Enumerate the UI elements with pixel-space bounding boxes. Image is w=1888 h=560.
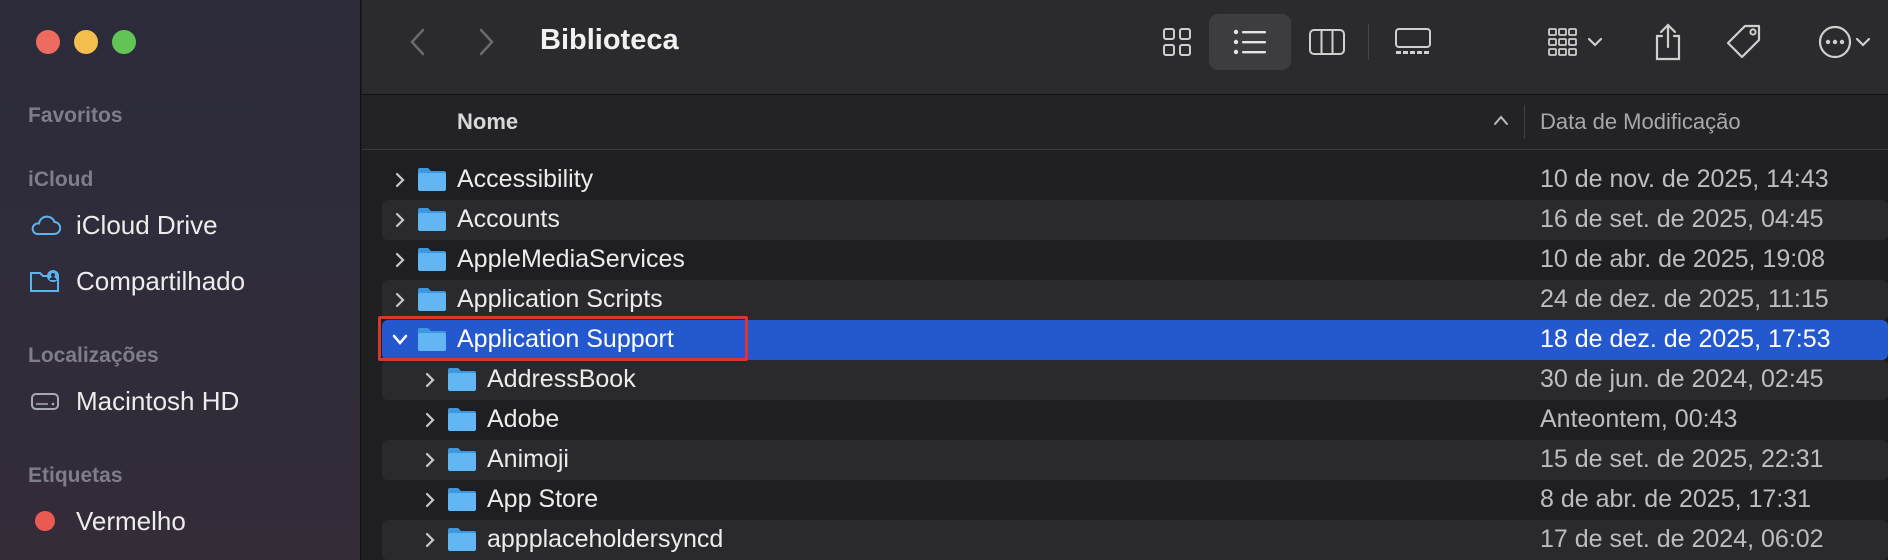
column-header: Nome Data de Modificação bbox=[362, 95, 1888, 150]
file-modified-date: 17 de set. de 2024, 06:02 bbox=[1540, 525, 1824, 553]
disclosure-collapsed-icon[interactable] bbox=[420, 450, 440, 470]
folder-icon bbox=[417, 246, 447, 272]
sidebar-item-label: Macintosh HD bbox=[76, 385, 240, 416]
window-controls bbox=[36, 30, 136, 54]
file-row[interactable]: Application Scripts 24 de dez. de 2025, 1… bbox=[382, 280, 1888, 320]
sidebar-item-label: Vermelho bbox=[76, 505, 186, 536]
file-name: Animoji bbox=[487, 445, 569, 473]
red-tag-dot-icon bbox=[28, 506, 62, 536]
sidebar: Favoritos iCloud iCloud Drive Compartilh… bbox=[0, 0, 361, 560]
file-name: Accounts bbox=[457, 205, 560, 233]
toolbar: Biblioteca bbox=[362, 0, 1888, 95]
file-row[interactable]: Accounts 16 de set. de 2025, 04:45 bbox=[382, 200, 1888, 240]
sidebar-item-label: iCloud Drive bbox=[76, 209, 218, 240]
tag-icon bbox=[1726, 24, 1761, 59]
share-button[interactable] bbox=[1638, 14, 1698, 70]
file-modified-date: 8 de abr. de 2025, 17:31 bbox=[1540, 485, 1812, 513]
column-view-icon bbox=[1309, 29, 1345, 55]
folder-icon bbox=[447, 406, 477, 432]
file-modified-date: 30 de jun. de 2024, 02:45 bbox=[1540, 365, 1824, 393]
folder-icon bbox=[417, 286, 447, 312]
list-view-button[interactable] bbox=[1209, 14, 1291, 70]
icon-view-button[interactable] bbox=[1142, 14, 1212, 70]
file-name: App Store bbox=[487, 485, 599, 513]
file-modified-date: 15 de set. de 2025, 22:31 bbox=[1540, 445, 1824, 473]
hard-drive-icon bbox=[28, 386, 62, 416]
shared-folder-icon bbox=[28, 266, 62, 296]
disclosure-collapsed-icon[interactable] bbox=[420, 370, 440, 390]
column-view-button[interactable] bbox=[1292, 14, 1362, 70]
file-browser: Biblioteca Nome Data de Modificação Acce… bbox=[362, 0, 1888, 560]
column-date-header[interactable]: Data de Modificação bbox=[1540, 109, 1741, 135]
sidebar-item-icloud-drive[interactable]: iCloud Drive bbox=[28, 208, 218, 242]
close-window-button[interactable] bbox=[36, 30, 60, 54]
list-view-icon bbox=[1233, 29, 1266, 55]
folder-icon bbox=[447, 526, 477, 552]
sidebar-item-compartilhado[interactable]: Compartilhado bbox=[28, 264, 245, 298]
file-modified-date: 10 de nov. de 2025, 14:43 bbox=[1540, 165, 1829, 193]
back-button[interactable] bbox=[400, 22, 436, 62]
sidebar-item-label: Compartilhado bbox=[76, 265, 246, 296]
zoom-window-button[interactable] bbox=[112, 30, 136, 54]
file-row[interactable]: AppleMediaServices 10 de abr. de 2025, 19… bbox=[382, 240, 1888, 280]
file-modified-date: 24 de dez. de 2025, 11:15 bbox=[1540, 285, 1829, 313]
gallery-view-icon bbox=[1395, 28, 1431, 54]
folder-icon bbox=[447, 446, 477, 472]
sort-ascending-icon bbox=[1492, 113, 1510, 132]
sidebar-section-icloud: iCloud bbox=[28, 168, 94, 191]
forward-button[interactable] bbox=[468, 22, 504, 62]
sidebar-section-tags: Etiquetas bbox=[28, 464, 123, 487]
disclosure-collapsed-icon[interactable] bbox=[390, 210, 410, 230]
file-modified-date: 16 de set. de 2025, 04:45 bbox=[1540, 205, 1824, 233]
file-modified-date: 18 de dez. de 2025, 17:53 bbox=[1540, 325, 1831, 353]
disclosure-collapsed-icon[interactable] bbox=[390, 170, 410, 190]
toolbar-separator bbox=[1368, 24, 1369, 60]
file-row[interactable]: Animoji 15 de set. de 2025, 22:31 bbox=[382, 440, 1888, 480]
file-row[interactable]: Accessibility 10 de nov. de 2025, 14:43 bbox=[382, 160, 1888, 200]
more-icon bbox=[1818, 25, 1852, 59]
highlight-annotation-box bbox=[378, 316, 748, 361]
more-actions-button[interactable] bbox=[1802, 14, 1886, 70]
group-by-button[interactable] bbox=[1530, 14, 1620, 70]
file-row[interactable]: AddressBook 30 de jun. de 2024, 02:45 bbox=[382, 360, 1888, 400]
column-divider[interactable] bbox=[1524, 105, 1525, 139]
file-name: Adobe bbox=[487, 405, 560, 433]
back-icon bbox=[410, 28, 425, 56]
chevron-down-icon bbox=[1587, 37, 1603, 47]
folder-icon bbox=[417, 206, 447, 232]
sidebar-item-tag-vermelho[interactable]: Vermelho bbox=[28, 504, 186, 538]
file-row[interactable]: App Store 8 de abr. de 2025, 17:31 bbox=[382, 480, 1888, 520]
disclosure-collapsed-icon[interactable] bbox=[420, 410, 440, 430]
icon-view-icon bbox=[1163, 28, 1191, 56]
file-modified-date: 10 de abr. de 2025, 19:08 bbox=[1540, 245, 1825, 273]
sidebar-section-locations: Localizações bbox=[28, 344, 159, 367]
file-row[interactable]: appplaceholdersyncd 17 de set. de 2024, 0… bbox=[382, 520, 1888, 560]
folder-icon bbox=[447, 366, 477, 392]
tag-button[interactable] bbox=[1714, 14, 1774, 70]
folder-icon bbox=[447, 486, 477, 512]
file-name: Accessibility bbox=[457, 165, 594, 193]
disclosure-collapsed-icon[interactable] bbox=[390, 250, 410, 270]
share-icon bbox=[1655, 23, 1681, 61]
file-modified-date: Anteontem, 00:43 bbox=[1540, 405, 1738, 433]
file-name: AddressBook bbox=[487, 365, 636, 393]
icloud-icon bbox=[28, 210, 62, 240]
column-name-header[interactable]: Nome bbox=[457, 109, 518, 135]
disclosure-collapsed-icon[interactable] bbox=[420, 490, 440, 510]
gallery-view-button[interactable] bbox=[1374, 14, 1452, 70]
sidebar-section-favorites: Favoritos bbox=[28, 104, 123, 127]
folder-icon bbox=[417, 166, 447, 192]
file-name: appplaceholdersyncd bbox=[487, 525, 724, 553]
file-name: AppleMediaServices bbox=[457, 245, 685, 273]
file-name: Application Scripts bbox=[457, 285, 663, 313]
group-icon bbox=[1548, 28, 1577, 56]
window-title: Biblioteca bbox=[540, 24, 679, 56]
disclosure-collapsed-icon[interactable] bbox=[390, 290, 410, 310]
minimize-window-button[interactable] bbox=[74, 30, 98, 54]
forward-icon bbox=[479, 28, 494, 56]
file-row[interactable]: Adobe Anteontem, 00:43 bbox=[382, 400, 1888, 440]
sidebar-item-macintosh-hd[interactable]: Macintosh HD bbox=[28, 384, 239, 418]
disclosure-collapsed-icon[interactable] bbox=[420, 530, 440, 550]
chevron-down-icon bbox=[1855, 37, 1871, 47]
